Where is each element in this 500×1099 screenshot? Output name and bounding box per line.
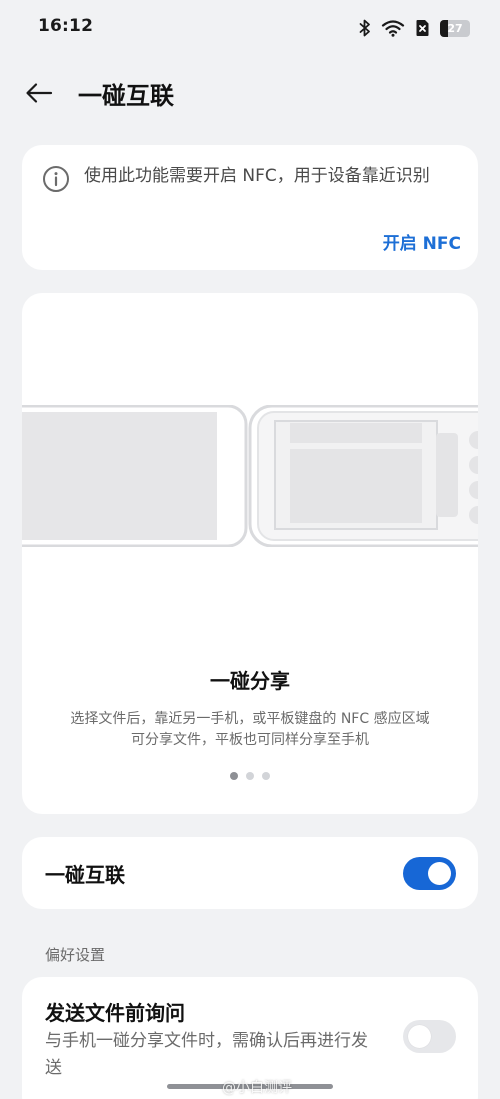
page-title: 一碰互联 [78, 82, 174, 110]
carousel-page-indicator[interactable] [22, 772, 478, 780]
switch-knob [408, 1025, 431, 1048]
watermark: @小白测评 [222, 1080, 292, 1096]
carousel-dot[interactable] [246, 772, 254, 780]
battery-icon: 27 [440, 19, 470, 37]
nfc-notice-card: 使用此功能需要开启 NFC，用于设备靠近识别 开启 NFC [22, 145, 478, 270]
ask-before-send-description: 与手机一碰分享文件时，需确认后再进行发送 [45, 1031, 368, 1078]
switch-knob [428, 862, 451, 885]
info-icon [42, 165, 70, 193]
back-button[interactable] [20, 76, 58, 110]
carousel-description-line: 选择文件后，靠近另一手机，或平板键盘的 NFC 感应区域 [70, 711, 430, 727]
nfc-notice-text: 使用此功能需要开启 NFC，用于设备靠近识别 [84, 166, 430, 186]
main-toggle-switch[interactable] [403, 857, 456, 890]
status-bar: 16:12 27 [0, 0, 500, 56]
main-toggle-card: 一碰互联 [22, 837, 478, 909]
wifi-icon [381, 19, 405, 37]
carousel-dot[interactable] [262, 772, 270, 780]
main-toggle-label: 一碰互联 [45, 863, 125, 887]
battery-level: 27 [447, 21, 463, 35]
share-carousel-card[interactable]: 一碰分享 选择文件后，靠近另一手机，或平板键盘的 NFC 感应区域 可分享文件，… [22, 293, 478, 814]
bluetooth-icon [359, 19, 371, 37]
header: 一碰互联 [0, 64, 500, 122]
arrow-left-icon [26, 83, 53, 103]
ask-before-send-title: 发送文件前询问 [45, 1001, 185, 1025]
status-time: 16:12 [38, 16, 94, 36]
nfc-share-illustration [22, 404, 478, 548]
screen: 16:12 27 一碰互联 使用此功能需要开启 NFC，用于设备靠近识别 开启 … [0, 0, 500, 1099]
carousel-description: 选择文件后，靠近另一手机，或平板键盘的 NFC 感应区域 可分享文件，平板也可同… [36, 709, 464, 751]
sim-icon [415, 19, 430, 37]
carousel-description-line: 可分享文件，平板也可同样分享至手机 [131, 732, 369, 748]
status-icons: 27 [359, 16, 470, 40]
ask-before-send-switch[interactable] [403, 1020, 456, 1053]
enable-nfc-link[interactable]: 开启 NFC [383, 229, 461, 254]
section-label-preferences: 偏好设置 [45, 946, 106, 964]
carousel-dot[interactable] [230, 772, 238, 780]
carousel-title: 一碰分享 [210, 669, 290, 693]
